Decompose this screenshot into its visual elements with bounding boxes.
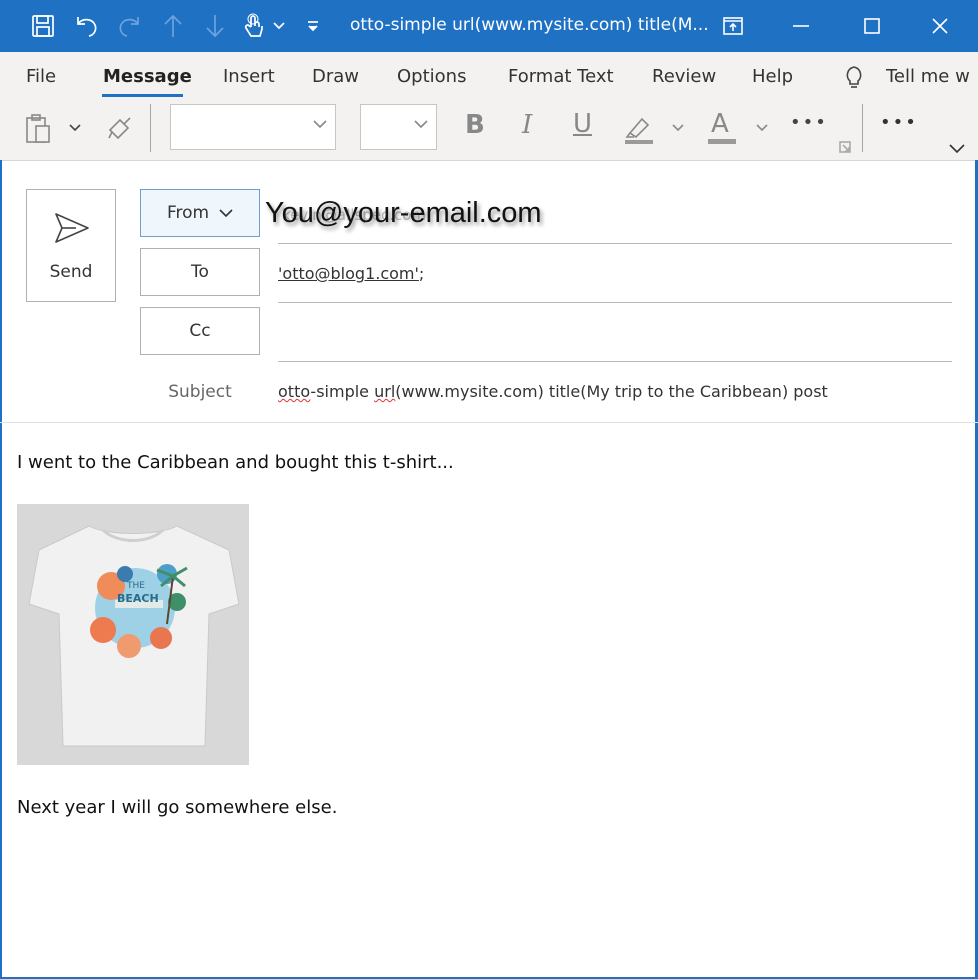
paste-icon[interactable] [22, 112, 54, 146]
window-title: otto-simple url(www.mysite.com) title(M.… [350, 15, 709, 35]
more-font-options-button[interactable]: ••• [790, 112, 828, 133]
ribbon-display-options-icon[interactable] [717, 10, 749, 42]
from-button[interactable]: From [140, 189, 260, 237]
italic-button[interactable]: I [522, 110, 532, 140]
body-line-2: Next year I will go somewhere else. [17, 797, 338, 818]
header-divider [0, 422, 978, 423]
tell-me-search[interactable]: Tell me w [886, 66, 970, 87]
lightbulb-icon[interactable] [841, 62, 867, 92]
arrow-down-icon[interactable] [202, 13, 228, 39]
tab-format-text[interactable]: Format Text [508, 66, 614, 87]
to-field[interactable]: 'otto@blog1.com'; [278, 264, 424, 283]
minimize-icon[interactable] [785, 10, 817, 42]
from-label: From [166, 203, 210, 223]
tab-message[interactable]: Message [103, 66, 192, 87]
active-tab-indicator [102, 94, 183, 97]
from-address: You@your-email.com [265, 197, 542, 229]
cc-button[interactable]: Cc [140, 307, 260, 355]
to-separator: ; [418, 264, 425, 283]
format-painter-icon[interactable] [104, 112, 136, 144]
toolbar-separator [150, 104, 151, 152]
tab-review[interactable]: Review [652, 66, 716, 87]
from-field-line [278, 243, 952, 244]
subject-field[interactable]: otto-simple url(www.mysite.com) title(My… [278, 382, 828, 401]
tab-draw[interactable]: Draw [312, 66, 359, 87]
subject-word: url [374, 382, 396, 401]
chevron-down-icon[interactable] [266, 13, 292, 39]
font-color-glyph: A [711, 109, 729, 139]
send-label: Send [49, 262, 93, 282]
tab-file[interactable]: File [26, 66, 56, 87]
more-commands-button[interactable]: ••• [880, 112, 918, 133]
highlight-dropdown-icon[interactable] [670, 120, 686, 136]
tshirt-image[interactable]: THE BEACH [17, 504, 249, 765]
font-color-icon[interactable]: A [704, 108, 740, 146]
subject-rest: (www.mysite.com) title(My trip to the Ca… [395, 382, 828, 401]
highlight-icon[interactable] [620, 110, 658, 146]
undo-icon[interactable] [74, 13, 100, 39]
title-bar: otto-simple url(www.mysite.com) title(M.… [0, 0, 978, 52]
font-size-dropdown[interactable] [360, 104, 437, 150]
chevron-down-icon [219, 208, 233, 217]
shirt-print-text: THE [126, 581, 145, 591]
shirt-print-text: BEACH [117, 592, 159, 605]
toolbar-separator [862, 104, 863, 152]
chevron-down-icon [414, 120, 428, 129]
close-icon[interactable] [924, 10, 956, 42]
send-button[interactable]: Send [26, 189, 116, 302]
to-field-line [278, 302, 952, 303]
subject-label: Subject [168, 382, 232, 402]
body-line-1: I went to the Caribbean and bought this … [17, 452, 454, 473]
touch-mode-icon[interactable] [241, 13, 267, 39]
redo-icon[interactable] [116, 13, 142, 39]
to-button[interactable]: To [140, 248, 260, 296]
dialog-launcher-icon[interactable] [838, 140, 852, 154]
bold-button[interactable]: B [465, 110, 485, 140]
collapse-ribbon-icon[interactable] [948, 142, 966, 156]
to-label: To [191, 262, 209, 282]
to-recipient[interactable]: 'otto@blog1.com' [278, 264, 419, 283]
save-icon[interactable] [30, 13, 56, 39]
font-color-dropdown-icon[interactable] [754, 120, 770, 136]
paste-dropdown-icon[interactable] [66, 120, 84, 136]
ribbon: File Message Insert Draw Options Format … [0, 52, 978, 161]
underline-button[interactable]: U [573, 109, 592, 139]
window-border-left [0, 160, 2, 979]
tab-options[interactable]: Options [397, 66, 466, 87]
tab-help[interactable]: Help [752, 66, 793, 87]
tab-insert[interactable]: Insert [223, 66, 275, 87]
font-name-dropdown[interactable] [170, 104, 336, 150]
customize-qat-icon[interactable] [300, 13, 326, 39]
cc-field-line [278, 361, 952, 362]
cc-label: Cc [189, 321, 211, 341]
subject-word: otto [278, 382, 311, 401]
maximize-icon[interactable] [856, 10, 888, 42]
tshirt-illustration: THE BEACH [17, 504, 249, 765]
chevron-down-icon [313, 120, 327, 129]
subject-word: -simple [310, 382, 375, 401]
arrow-up-icon[interactable] [160, 13, 186, 39]
send-icon [55, 213, 89, 243]
